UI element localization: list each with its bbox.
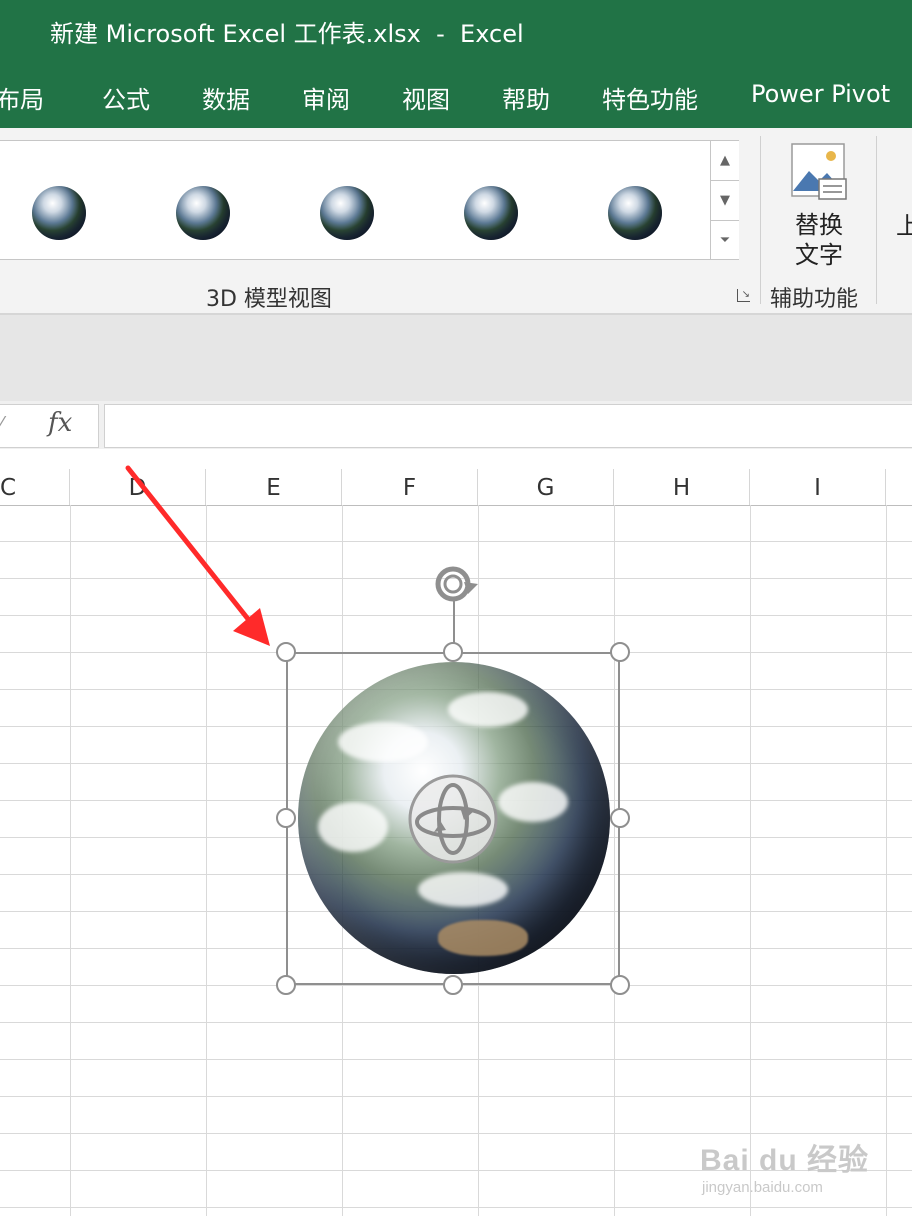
column-header-g[interactable]: G — [478, 469, 614, 505]
column-header-h[interactable]: H — [614, 469, 750, 505]
ribbon-separator — [760, 136, 761, 304]
tab-review[interactable]: 审阅 — [302, 80, 350, 115]
column-header-e[interactable]: E — [206, 469, 342, 505]
alt-text-label-line2: 文字 — [795, 241, 843, 269]
formula-bar: ⁄ fx — [0, 401, 912, 449]
column-header-row: C D E F G H I — [0, 469, 912, 506]
3d-view-option-1[interactable] — [32, 186, 86, 240]
ribbon-cut-off-label[interactable]: 上 — [896, 206, 912, 241]
gallery-more-icon[interactable]: ⏷ — [711, 221, 739, 260]
3d-view-option-2[interactable] — [176, 186, 230, 240]
window-title: 新建 Microsoft Excel 工作表.xlsx - Excel — [50, 20, 524, 48]
alt-text-icon[interactable] — [791, 143, 847, 201]
tab-view[interactable]: 视图 — [402, 80, 450, 115]
title-bar: 新建 Microsoft Excel 工作表.xlsx - Excel — [0, 0, 912, 64]
resize-handle-top-right[interactable] — [610, 642, 630, 662]
column-header-c[interactable]: C — [0, 469, 70, 505]
resize-handle-top-left[interactable] — [276, 642, 296, 662]
ribbon-spacer — [0, 315, 912, 401]
resize-handle-bottom[interactable] — [443, 975, 463, 995]
3d-view-option-3[interactable] — [320, 186, 374, 240]
tab-layout[interactable]: 布局 — [0, 80, 44, 115]
resize-handle-bottom-left[interactable] — [276, 975, 296, 995]
alt-text-label-line1: 替换 — [795, 211, 843, 239]
rotate-handle-icon[interactable] — [430, 562, 480, 606]
group-label-accessibility: 辅助功能 — [770, 287, 859, 312]
resize-handle-left[interactable] — [276, 808, 296, 828]
resize-handle-right[interactable] — [610, 808, 630, 828]
3d-view-option-5[interactable] — [608, 186, 662, 240]
3d-model-view-gallery — [0, 140, 739, 260]
resize-handle-bottom-right[interactable] — [610, 975, 630, 995]
watermark-url: jingyan.baidu.com — [702, 1179, 823, 1196]
group-label-3d-model-views: 3D 模型视图 — [206, 287, 332, 312]
ribbon-separator — [876, 136, 877, 304]
tab-data[interactable]: 数据 — [202, 80, 250, 115]
alt-text-button[interactable]: 替换 文字 — [790, 210, 848, 270]
3d-rotate-icon[interactable] — [408, 774, 498, 864]
3d-view-option-4[interactable] — [464, 186, 518, 240]
formula-input[interactable] — [104, 404, 912, 448]
gallery-scroll-down-icon[interactable]: ▼ — [711, 181, 739, 221]
dialog-launcher-icon[interactable]: ↘ — [737, 289, 750, 302]
formula-buttons: ⁄ fx — [0, 404, 99, 448]
tab-power-pivot[interactable]: Power Pivot — [751, 80, 890, 108]
column-header-i[interactable]: I — [750, 469, 886, 505]
gallery-scroll-up-icon[interactable]: ▲ — [711, 141, 739, 181]
watermark-logo: Bai du 经验 — [700, 1144, 870, 1177]
column-header-f[interactable]: F — [342, 469, 478, 505]
watermark: Bai du 经验 jingyan.baidu.com — [700, 1135, 869, 1196]
formula-chevron-icon[interactable]: ⁄ — [0, 413, 3, 434]
ribbon-panel: ▲ ▼ ⏷ 3D 模型视图 ↘ 替换 文字 辅助功能 上 — [0, 128, 912, 315]
ribbon-tab-bar: 布局 公式 数据 审阅 视图 帮助 特色功能 Power Pivot — [0, 64, 912, 128]
gallery-scrollbar: ▲ ▼ ⏷ — [710, 141, 739, 259]
resize-handle-top[interactable] — [443, 642, 463, 662]
insert-function-button[interactable]: fx — [48, 408, 72, 438]
column-header-d[interactable]: D — [70, 469, 206, 505]
tab-help[interactable]: 帮助 — [502, 80, 550, 115]
tab-features[interactable]: 特色功能 — [602, 80, 698, 115]
tab-formulas[interactable]: 公式 — [102, 80, 150, 115]
